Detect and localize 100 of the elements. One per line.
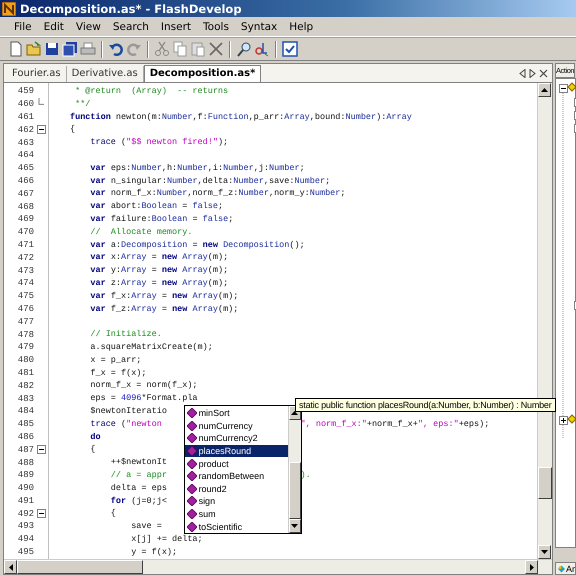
code-line: do: [89, 432, 101, 442]
scroll-up-icon[interactable]: [291, 411, 298, 415]
line-number: 483: [16, 394, 34, 404]
replace-icon[interactable]: [254, 41, 270, 57]
line-number: 469: [16, 214, 34, 224]
method-icon: [186, 509, 197, 520]
scrollbar-thumb[interactable]: [538, 467, 552, 499]
file-tab[interactable]: Decomposition.as*: [144, 65, 262, 82]
menu-item[interactable]: Search: [106, 20, 155, 34]
menu-item[interactable]: Edit: [38, 20, 70, 34]
scroll-left-icon[interactable]: [8, 564, 12, 570]
line-number: 462: [16, 124, 34, 135]
method-icon: [186, 522, 197, 532]
scroll-right-icon[interactable]: [530, 564, 534, 570]
autocomplete-item[interactable]: toScientific: [184, 520, 288, 533]
code-line: f_x = f(x);: [89, 368, 147, 378]
scroll-down-icon[interactable]: [541, 550, 548, 554]
panel-icon: [558, 564, 565, 574]
search-icon[interactable]: [236, 41, 252, 57]
autocomplete-item[interactable]: randomBetween: [184, 470, 288, 483]
scroll-up-icon[interactable]: [541, 88, 548, 92]
code-line: {: [110, 508, 116, 518]
menu-item[interactable]: Help: [283, 20, 320, 34]
code-line: var y:Array = new Array(m);: [89, 265, 228, 276]
autocomplete-item[interactable]: product: [184, 457, 288, 470]
menu-item[interactable]: View: [70, 20, 107, 34]
fold-collapse-icon[interactable]: [36, 445, 46, 454]
file-tab[interactable]: Fourier.as: [7, 66, 67, 82]
print-icon[interactable]: [80, 41, 96, 57]
code-line: var x:Array = new Array(m);: [89, 252, 228, 262]
scrollbar-thumb[interactable]: [288, 462, 301, 519]
scroll-right-icon[interactable]: [529, 69, 536, 78]
autocomplete-item[interactable]: placesRound: [184, 444, 288, 458]
autocomplete-item[interactable]: round2: [184, 482, 288, 496]
save-icon[interactable]: [44, 41, 60, 57]
line-number: 492: [16, 508, 34, 519]
line-number: 481: [16, 368, 34, 378]
code-line: var a:Decomposition = new Decomposition();: [89, 240, 305, 250]
window-title: Decomposition.as* - FlashDevelop: [20, 2, 242, 16]
line-number: 488: [16, 458, 34, 468]
autocomplete-item[interactable]: sum: [184, 508, 288, 520]
line-number: 478: [16, 330, 34, 340]
scroll-down-icon[interactable]: [291, 524, 298, 528]
undo-icon[interactable]: [108, 41, 124, 57]
save-all-icon[interactable]: [62, 41, 78, 57]
code-line: var norm_f_x:Number,norm_f_z:Number,norm_y:Number;: [89, 188, 346, 198]
line-number: 494: [16, 534, 34, 544]
scrollbar-thumb[interactable]: [17, 560, 143, 574]
method-icon: [186, 408, 197, 418]
open-folder-icon[interactable]: [26, 41, 42, 57]
code-line: var n_singular:Number,delta:Number,save:Number;: [89, 176, 330, 186]
code-line: var f_x:Array = new Array(m);: [89, 290, 238, 301]
autocomplete-item[interactable]: numCurrency: [184, 420, 288, 432]
close-icon[interactable]: [539, 69, 548, 78]
code-line: for (j=0;j<: [110, 496, 167, 506]
panel-tab[interactable]: Ar: [555, 562, 576, 575]
line-number: 470: [16, 227, 34, 238]
fold-collapse-icon[interactable]: [36, 509, 46, 518]
menu-item[interactable]: Tools: [197, 20, 235, 34]
autocomplete-item[interactable]: numCurrency2: [184, 432, 288, 445]
copy-icon[interactable]: [172, 41, 188, 57]
line-number: 463: [16, 138, 34, 148]
paste-icon[interactable]: [190, 41, 206, 57]
new-file-icon[interactable]: [8, 41, 24, 57]
delete-icon[interactable]: [208, 41, 224, 57]
line-number: 466: [16, 176, 34, 186]
line-number: 467: [16, 188, 34, 199]
code-line: ).: [300, 468, 311, 482]
line-number: 464: [16, 150, 34, 160]
menu-item[interactable]: File: [8, 20, 38, 34]
line-number: 490: [16, 483, 34, 494]
signature-tooltip: static public function placesRound(a:Number, b:Number) : Number: [295, 398, 556, 412]
code-line: var abort:Boolean = false;: [89, 201, 224, 212]
line-number: 491: [16, 496, 34, 506]
menu-item[interactable]: Insert: [154, 20, 198, 34]
app-icon: [2, 2, 16, 16]
line-number: 465: [16, 163, 34, 174]
menu-item[interactable]: Syntax: [234, 20, 284, 34]
code-line: $newtonIteratio: [89, 406, 167, 416]
line-number: 493: [16, 521, 34, 532]
line-number: 460: [16, 99, 34, 110]
method-icon: [186, 446, 197, 456]
code-line: {: [70, 124, 76, 134]
scroll-left-icon[interactable]: [519, 69, 526, 78]
line-number: 495: [16, 547, 34, 558]
line-number: 476: [16, 304, 34, 314]
autocomplete-item[interactable]: sign: [184, 495, 288, 508]
line-number: 484: [16, 406, 34, 416]
line-number: 477: [16, 316, 34, 327]
fold-collapse-icon[interactable]: [36, 125, 46, 134]
line-number: 468: [16, 202, 34, 212]
line-number: 489: [16, 470, 34, 480]
checkbox-icon[interactable]: [282, 41, 298, 57]
code-line: var failure:Boolean = false;: [89, 214, 234, 224]
line-number: 480: [16, 355, 34, 366]
code-line: function newton(m:Number,f:Function,p_arr:Array,bound:Number):Array: [70, 112, 412, 122]
autocomplete-item[interactable]: minSort: [184, 407, 288, 420]
line-number: 471: [16, 240, 34, 250]
line-number: 473: [16, 266, 34, 276]
code-line: eps = 4096*Format.pla: [89, 393, 198, 404]
